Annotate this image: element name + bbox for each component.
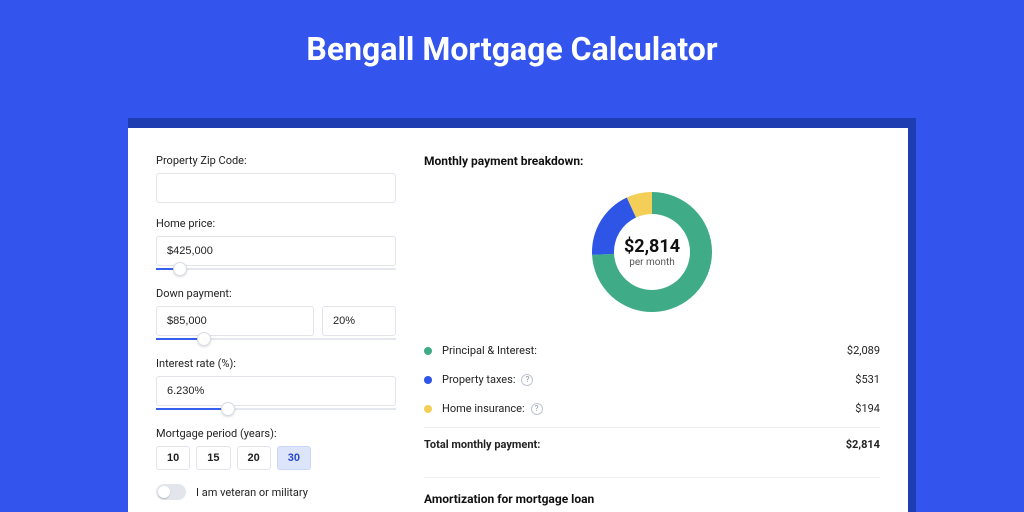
interest-input[interactable] xyxy=(156,376,396,406)
interest-label: Interest rate (%): xyxy=(156,357,396,370)
total-row: Total monthly payment: $2,814 xyxy=(424,427,880,459)
legend-row: Principal & Interest: $2,089 xyxy=(424,336,880,365)
zip-input[interactable] xyxy=(156,173,396,203)
legend-label: Property taxes: xyxy=(442,373,515,386)
legend-dot-icon xyxy=(424,347,432,355)
legend-label: Home insurance: xyxy=(442,402,525,415)
amortization-section: Amortization for mortgage loan Amortizat… xyxy=(424,477,880,512)
breakdown-legend: Principal & Interest: $2,089 Property taxe… xyxy=(424,336,880,423)
donut-center-amount: $2,814 xyxy=(624,236,680,257)
period-field: Mortgage period (years): 1015 2030 xyxy=(156,427,396,470)
down-payment-field: Down payment: xyxy=(156,287,396,343)
zip-field: Property Zip Code: xyxy=(156,154,396,203)
down-payment-label: Down payment: xyxy=(156,287,396,300)
down-payment-input[interactable] xyxy=(156,306,314,336)
period-option-15[interactable]: 15 xyxy=(196,446,230,470)
legend-dot-icon xyxy=(424,376,432,384)
help-icon[interactable]: ? xyxy=(531,403,543,415)
interest-slider[interactable] xyxy=(156,405,396,413)
form-column: Property Zip Code: Home price: Down paym… xyxy=(156,154,396,512)
page-title: Bengall Mortgage Calculator xyxy=(0,0,1024,96)
breakdown-donut-chart: $2,814 per month xyxy=(586,186,718,318)
home-price-slider[interactable] xyxy=(156,265,396,273)
period-option-10[interactable]: 10 xyxy=(156,446,190,470)
legend-value: $194 xyxy=(855,402,880,415)
home-price-label: Home price: xyxy=(156,217,396,230)
donut-center-sub: per month xyxy=(629,257,675,268)
help-icon[interactable]: ? xyxy=(521,374,533,386)
total-value: $2,814 xyxy=(846,438,880,451)
legend-row: Property taxes:? $531 xyxy=(424,365,880,394)
period-label: Mortgage period (years): xyxy=(156,427,396,440)
legend-value: $531 xyxy=(855,373,880,386)
down-payment-slider[interactable] xyxy=(156,335,396,343)
interest-field: Interest rate (%): xyxy=(156,357,396,413)
legend-row: Home insurance:? $194 xyxy=(424,394,880,423)
results-column: Monthly payment breakdown: $2,814 per mo… xyxy=(424,154,880,512)
veteran-toggle[interactable] xyxy=(156,484,186,500)
legend-value: $2,089 xyxy=(847,344,880,357)
down-payment-pct-input[interactable] xyxy=(322,306,396,336)
amortization-heading: Amortization for mortgage loan xyxy=(424,492,880,506)
legend-label: Principal & Interest: xyxy=(442,344,537,357)
toggle-knob xyxy=(158,486,170,498)
period-option-20[interactable]: 20 xyxy=(237,446,271,470)
zip-label: Property Zip Code: xyxy=(156,154,396,167)
legend-dot-icon xyxy=(424,405,432,413)
breakdown-heading: Monthly payment breakdown: xyxy=(424,154,880,168)
total-label: Total monthly payment: xyxy=(424,438,540,451)
home-price-field: Home price: xyxy=(156,217,396,273)
period-option-30[interactable]: 30 xyxy=(277,446,311,470)
home-price-input[interactable] xyxy=(156,236,396,266)
veteran-label: I am veteran or military xyxy=(196,486,308,499)
calculator-card: Property Zip Code: Home price: Down paym… xyxy=(128,128,908,512)
